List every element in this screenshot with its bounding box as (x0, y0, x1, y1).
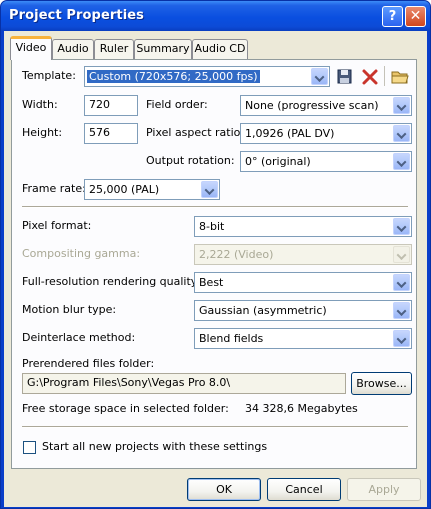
motion-blur-value: Gaussian (asymmetric) (199, 304, 327, 317)
compositing-gamma-select: 2,222 (Video) (194, 244, 412, 265)
chevron-down-icon (393, 246, 410, 263)
project-properties-window: Project Properties ? ✕ Video Audio Ruler… (0, 0, 431, 509)
tab-video[interactable]: Video (10, 36, 52, 60)
chevron-down-icon[interactable] (311, 68, 328, 85)
window-title: Project Properties (9, 8, 145, 23)
output-rotation-select[interactable]: 0° (original) (240, 151, 412, 172)
frame-rate-label: Frame rate: (22, 182, 86, 195)
chevron-down-icon[interactable] (201, 181, 218, 198)
template-label: Template: (22, 69, 76, 82)
chevron-down-icon[interactable] (393, 125, 410, 142)
start-all-checkbox[interactable] (23, 441, 36, 454)
pixel-format-value: 8-bit (199, 220, 225, 233)
deinterlace-select[interactable]: Blend fields (194, 328, 412, 349)
frame-rate-value: 25,000 (PAL) (89, 183, 160, 196)
full-res-quality-label: Full-resolution rendering quality: (22, 275, 201, 288)
ok-button[interactable]: OK (187, 478, 261, 501)
frame-rate-select[interactable]: 25,000 (PAL) (84, 179, 220, 200)
width-input[interactable]: 720 (84, 95, 138, 116)
chevron-down-icon[interactable] (393, 97, 410, 114)
tab-audio-cd[interactable]: Audio CD (192, 39, 248, 59)
compositing-gamma-value: 2,222 (Video) (199, 248, 274, 261)
field-order-label: Field order: (146, 98, 208, 111)
template-select[interactable]: Custom (720x576; 25,000 fps) (84, 66, 330, 87)
motion-blur-select[interactable]: Gaussian (asymmetric) (194, 300, 412, 321)
field-order-value: None (progressive scan) (245, 99, 379, 112)
help-button[interactable]: ? (382, 6, 403, 27)
height-label: Height: (22, 126, 63, 139)
full-res-quality-select[interactable]: Best (194, 272, 412, 293)
chevron-down-icon[interactable] (393, 330, 410, 347)
free-space-label: Free storage space in selected folder: (22, 402, 229, 415)
prerendered-folder-label: Prerendered files folder: (22, 357, 155, 370)
output-rotation-value: 0° (original) (245, 155, 311, 168)
pixel-aspect-value: 1,0926 (PAL DV) (245, 127, 335, 140)
pixel-aspect-select[interactable]: 1,0926 (PAL DV) (240, 123, 412, 144)
section-divider (22, 206, 408, 208)
field-order-select[interactable]: None (progressive scan) (240, 95, 412, 116)
height-input[interactable]: 576 (84, 123, 138, 144)
chevron-down-icon[interactable] (393, 153, 410, 170)
dialog-client-area: Video Audio Ruler Summary Audio CD Templ… (4, 31, 427, 507)
template-value: Custom (720x576; 25,000 fps) (87, 70, 260, 83)
chevron-down-icon[interactable] (393, 218, 410, 235)
delete-icon[interactable] (361, 68, 379, 86)
deinterlace-label: Deinterlace method: (22, 331, 136, 344)
width-label: Width: (22, 98, 58, 111)
tab-summary[interactable]: Summary (134, 39, 192, 59)
chevron-down-icon[interactable] (393, 274, 410, 291)
title-bar[interactable]: Project Properties ? ✕ (1, 1, 430, 31)
pixel-format-select[interactable]: 8-bit (194, 216, 412, 237)
full-res-quality-value: Best (199, 276, 224, 289)
save-icon[interactable] (336, 68, 354, 86)
section-divider (22, 426, 408, 428)
toolbar-divider (384, 66, 385, 86)
free-space-value: 34 328,6 Megabytes (245, 402, 358, 415)
start-all-label[interactable]: Start all new projects with these settin… (42, 440, 267, 453)
close-button[interactable]: ✕ (405, 6, 426, 27)
output-rotation-label: Output rotation: (146, 154, 235, 167)
motion-blur-label: Motion blur type: (22, 303, 117, 316)
apply-button: Apply (347, 478, 421, 501)
compositing-gamma-label: Compositing gamma: (22, 247, 141, 260)
folder-icon[interactable] (391, 68, 409, 86)
prerendered-folder-input[interactable]: G:\Program Files\Sony\Vegas Pro 8.0\ (22, 373, 346, 394)
tab-audio[interactable]: Audio (52, 39, 94, 59)
pixel-aspect-label: Pixel aspect ratio: (146, 126, 245, 139)
browse-button[interactable]: Browse... (351, 372, 412, 395)
chevron-down-icon[interactable] (393, 302, 410, 319)
pixel-format-label: Pixel format: (22, 219, 92, 232)
cancel-button[interactable]: Cancel (267, 478, 341, 501)
video-tab-panel: Template: Custom (720x576; 25,000 fps) W… (11, 59, 417, 469)
deinterlace-value: Blend fields (199, 332, 264, 345)
tab-ruler[interactable]: Ruler (94, 39, 134, 59)
